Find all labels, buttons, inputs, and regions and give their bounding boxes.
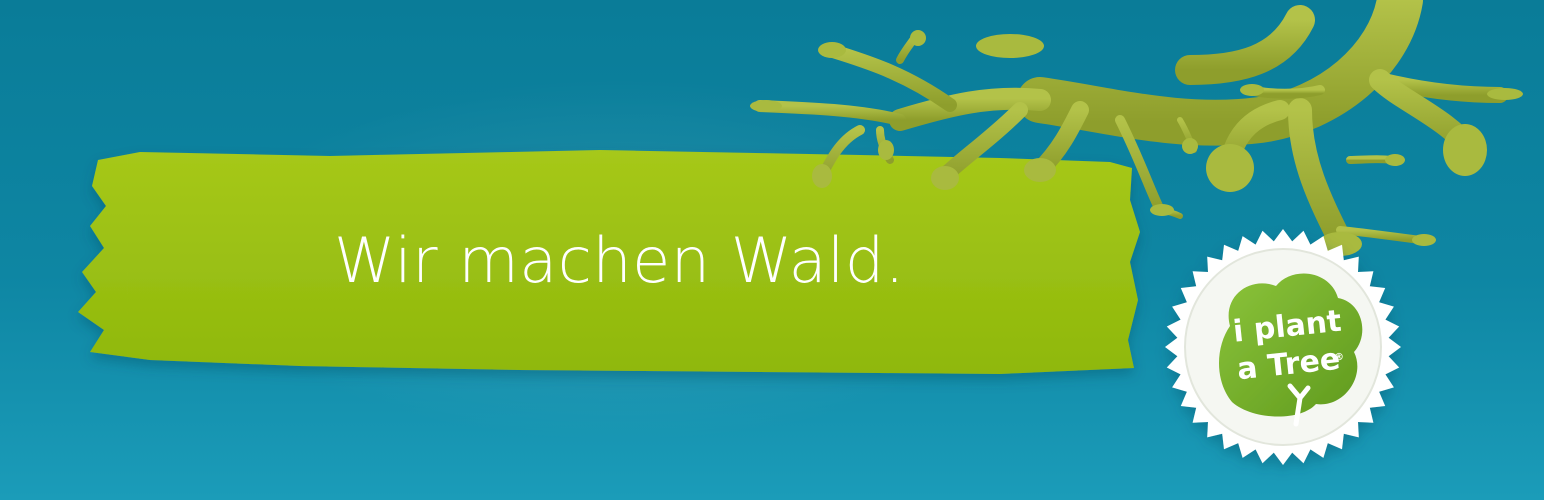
hero-banner: Wir machen Wald. i plant a Tree ® <box>0 0 1544 500</box>
logo-registered-mark: ® <box>1334 352 1344 363</box>
plant-a-tree-logo: i plant a Tree ® <box>1231 304 1344 388</box>
logo-line-2: a Tree <box>1235 342 1341 388</box>
